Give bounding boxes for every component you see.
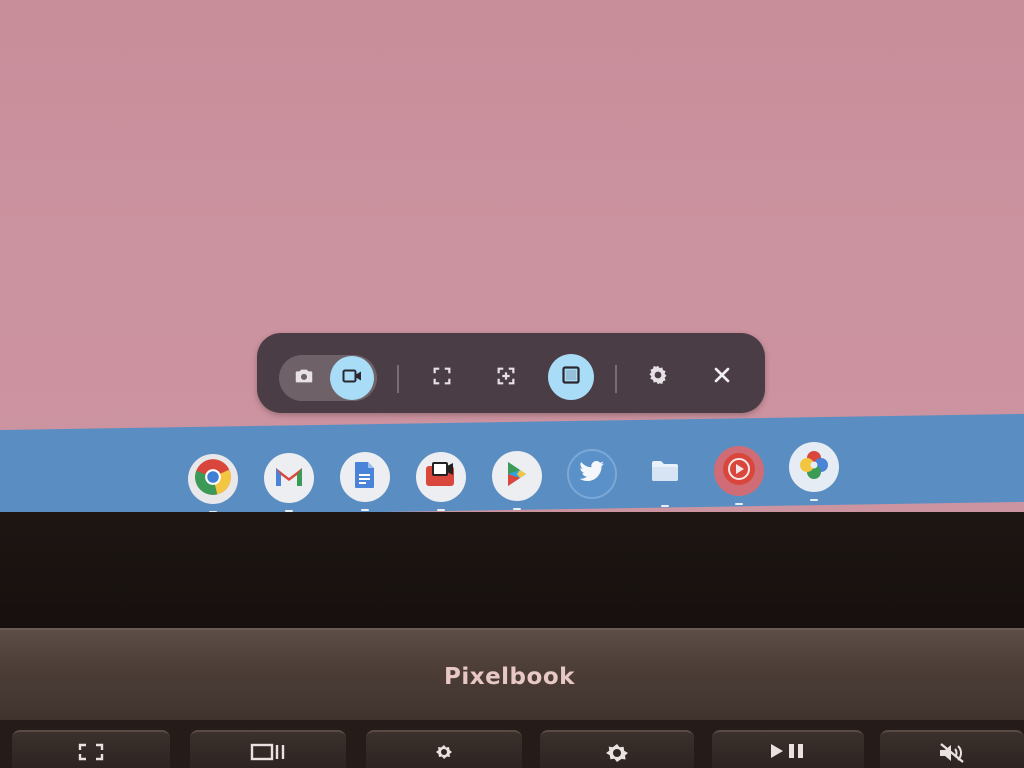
window-capture-button[interactable] — [548, 354, 594, 400]
screen-record-mode-button[interactable] — [330, 356, 374, 400]
running-indicator — [735, 503, 743, 505]
fullscreen-icon — [77, 742, 105, 766]
play-pause-key[interactable] — [712, 730, 864, 768]
files-icon — [650, 459, 680, 487]
brightness-high-icon — [604, 742, 630, 768]
shelf-app-docs[interactable] — [340, 452, 390, 511]
partial-capture-icon — [495, 365, 517, 391]
window-capture-icon — [559, 363, 583, 391]
shelf-app-photos[interactable] — [789, 442, 839, 501]
gear-icon — [646, 363, 670, 391]
close-icon — [711, 364, 733, 390]
screenshot-mode-button[interactable] — [282, 356, 326, 400]
running-indicator — [661, 505, 669, 507]
capture-settings-button[interactable] — [636, 355, 680, 399]
twitter-icon — [578, 460, 606, 488]
keyboard — [0, 720, 1024, 768]
shelf-app-youtube-music[interactable] — [714, 446, 764, 505]
screen-recorder-icon — [424, 460, 458, 494]
video-camera-icon — [340, 364, 364, 392]
gmail-icon — [274, 464, 304, 492]
play-pause-icon — [769, 742, 807, 764]
device-brand-label: Pixelbook — [444, 664, 575, 690]
photos-icon — [797, 448, 831, 486]
full-screen-capture-button[interactable] — [420, 356, 464, 400]
partial-screen-capture-button[interactable] — [484, 356, 528, 400]
close-capture-button[interactable] — [700, 355, 744, 399]
brightness-low-icon — [434, 742, 454, 766]
running-indicator — [361, 509, 369, 511]
camera-icon — [293, 365, 315, 391]
shelf-apps — [0, 440, 1024, 513]
toolbar-divider — [397, 365, 399, 393]
overview-key[interactable] — [190, 730, 346, 768]
shelf-app-twitter[interactable] — [567, 449, 617, 499]
play-store-icon — [502, 459, 532, 493]
screen-bezel — [0, 512, 1024, 632]
running-indicator — [437, 509, 445, 511]
screen-capture-toolbar — [257, 333, 765, 413]
shelf-app-chrome[interactable] — [188, 454, 238, 513]
shelf-app-gmail[interactable] — [264, 453, 314, 512]
shelf-app-files[interactable] — [640, 448, 690, 507]
running-indicator — [810, 499, 818, 501]
docs-icon — [354, 461, 376, 493]
mute-icon — [937, 742, 967, 768]
youtube-music-icon — [721, 451, 757, 491]
fullscreen-capture-icon — [431, 365, 453, 391]
mute-key[interactable] — [880, 730, 1024, 768]
capture-mode-toggle — [279, 355, 377, 401]
overview-icon — [250, 742, 286, 766]
shelf-app-screen-recorder[interactable] — [416, 452, 466, 511]
shelf-app-play-store[interactable] — [492, 451, 542, 510]
toolbar-divider — [615, 365, 617, 393]
brightness-down-key[interactable] — [366, 730, 522, 768]
chrome-icon — [192, 456, 234, 502]
running-indicator — [513, 508, 521, 510]
fullscreen-key[interactable] — [12, 730, 170, 768]
brightness-up-key[interactable] — [540, 730, 694, 768]
